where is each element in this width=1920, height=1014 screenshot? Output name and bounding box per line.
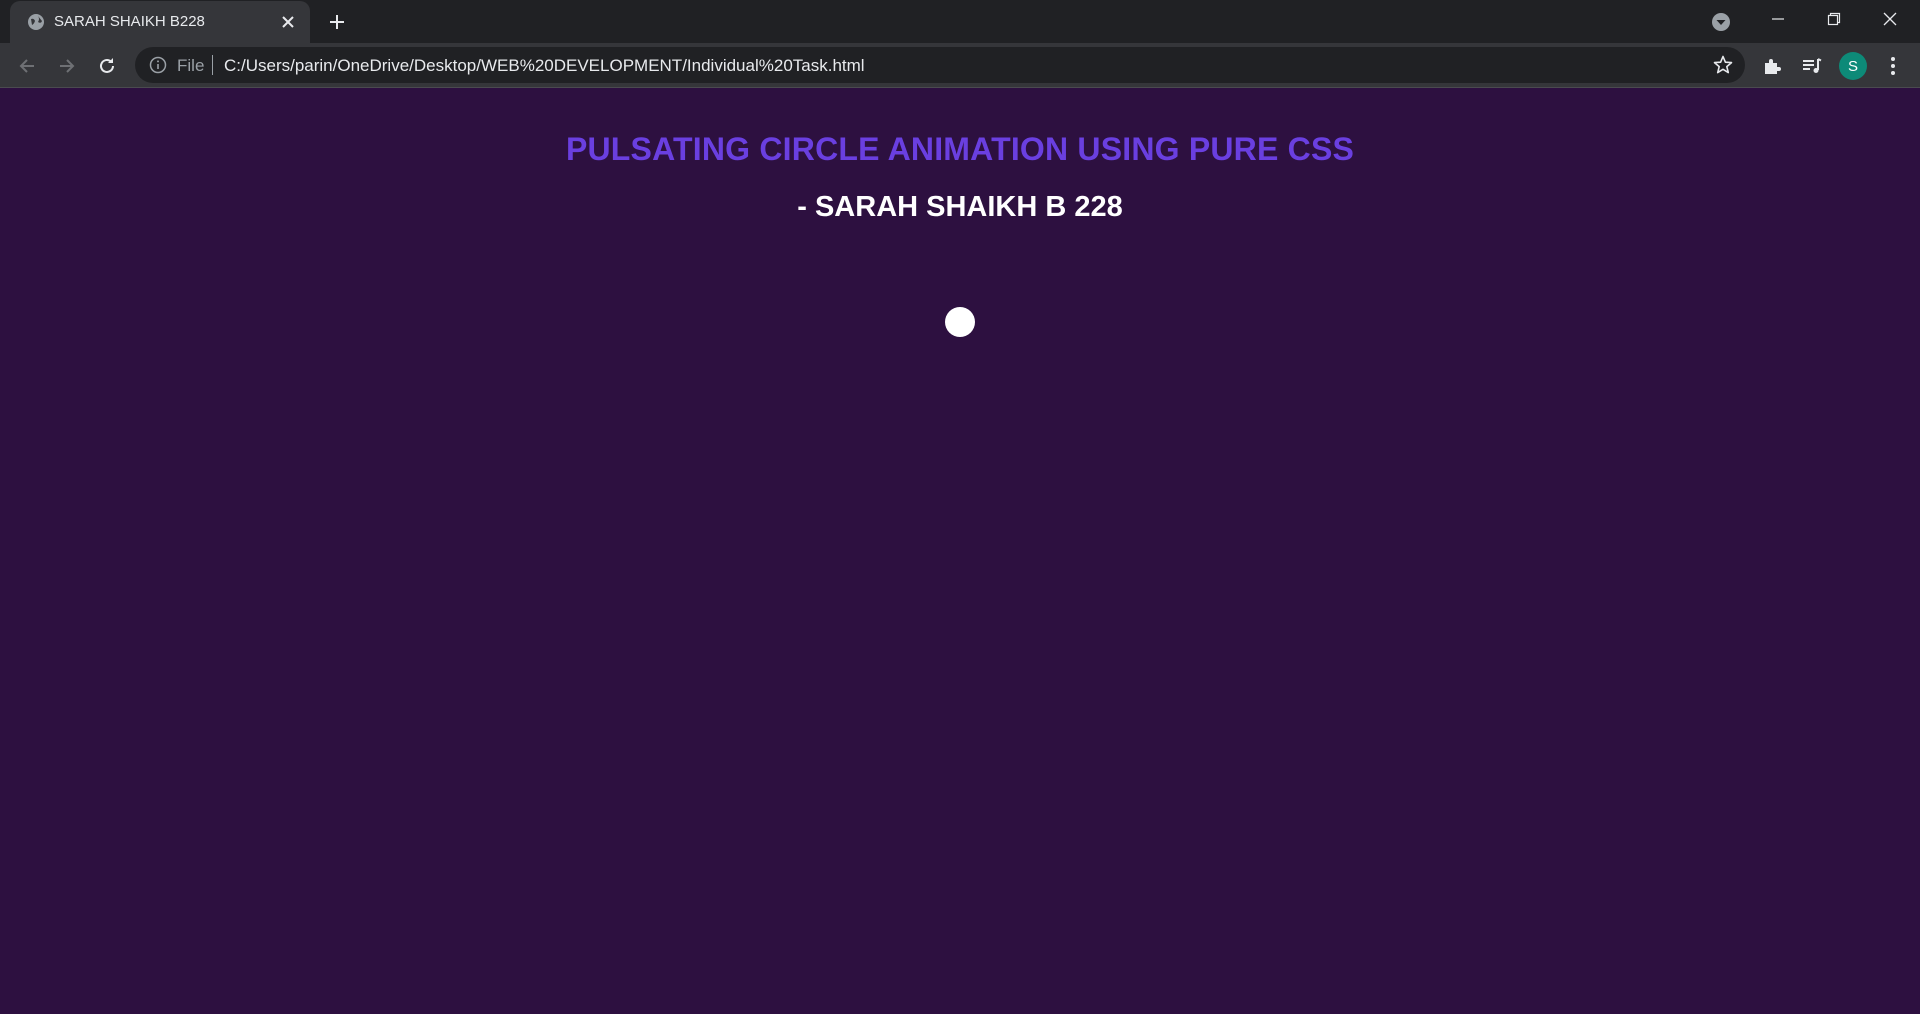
tab-search-icon[interactable] <box>1710 11 1732 33</box>
media-controls-button[interactable] <box>1799 53 1825 79</box>
scheme-label: File <box>177 56 205 75</box>
address-bar[interactable]: File C:/Users/parin/OneDrive/Desktop/WEB… <box>135 47 1745 83</box>
browser-tab[interactable]: SARAH SHAIKH B228 <box>10 1 310 43</box>
profile-avatar[interactable]: S <box>1839 52 1867 80</box>
restore-button[interactable] <box>1806 0 1862 38</box>
media-queue-icon <box>1803 58 1822 73</box>
browser-toolbar: File C:/Users/parin/OneDrive/Desktop/WEB… <box>0 43 1920 88</box>
info-icon[interactable] <box>149 56 167 74</box>
reload-button[interactable] <box>94 53 120 79</box>
tab-close-icon[interactable] <box>280 14 296 30</box>
new-tab-plus-icon[interactable] <box>325 10 349 34</box>
page-subheading: - SARAH SHAIKH B 228 <box>797 191 1123 223</box>
kebab-menu-icon <box>1891 57 1895 75</box>
close-window-button[interactable] <box>1862 0 1918 38</box>
back-button[interactable] <box>14 53 40 79</box>
url-text[interactable]: C:/Users/parin/OneDrive/Desktop/WEB%20DE… <box>224 56 865 76</box>
minimize-icon <box>1772 18 1784 20</box>
arrow-left-icon <box>19 59 34 73</box>
globe-icon <box>28 14 44 30</box>
minimize-button[interactable] <box>1750 0 1806 38</box>
tab-title: SARAH SHAIKH B228 <box>54 13 205 30</box>
star-icon[interactable] <box>1712 54 1734 76</box>
tab-strip: SARAH SHAIKH B228 <box>0 0 1920 43</box>
extensions-button[interactable] <box>1759 53 1785 79</box>
forward-button[interactable] <box>54 53 80 79</box>
reload-icon <box>100 58 114 73</box>
restore-icon <box>1827 12 1841 26</box>
page-heading: PULSATING CIRCLE ANIMATION USING PURE CS… <box>565 131 1355 167</box>
close-icon <box>1883 12 1897 26</box>
arrow-right-icon <box>60 59 75 73</box>
browser-menu-button[interactable] <box>1880 53 1906 79</box>
puzzle-icon <box>1765 59 1781 74</box>
page-viewport: PULSATING CIRCLE ANIMATION USING PURE CS… <box>0 89 1920 1014</box>
scheme-separator <box>212 55 213 75</box>
pulsating-circle <box>945 307 975 337</box>
